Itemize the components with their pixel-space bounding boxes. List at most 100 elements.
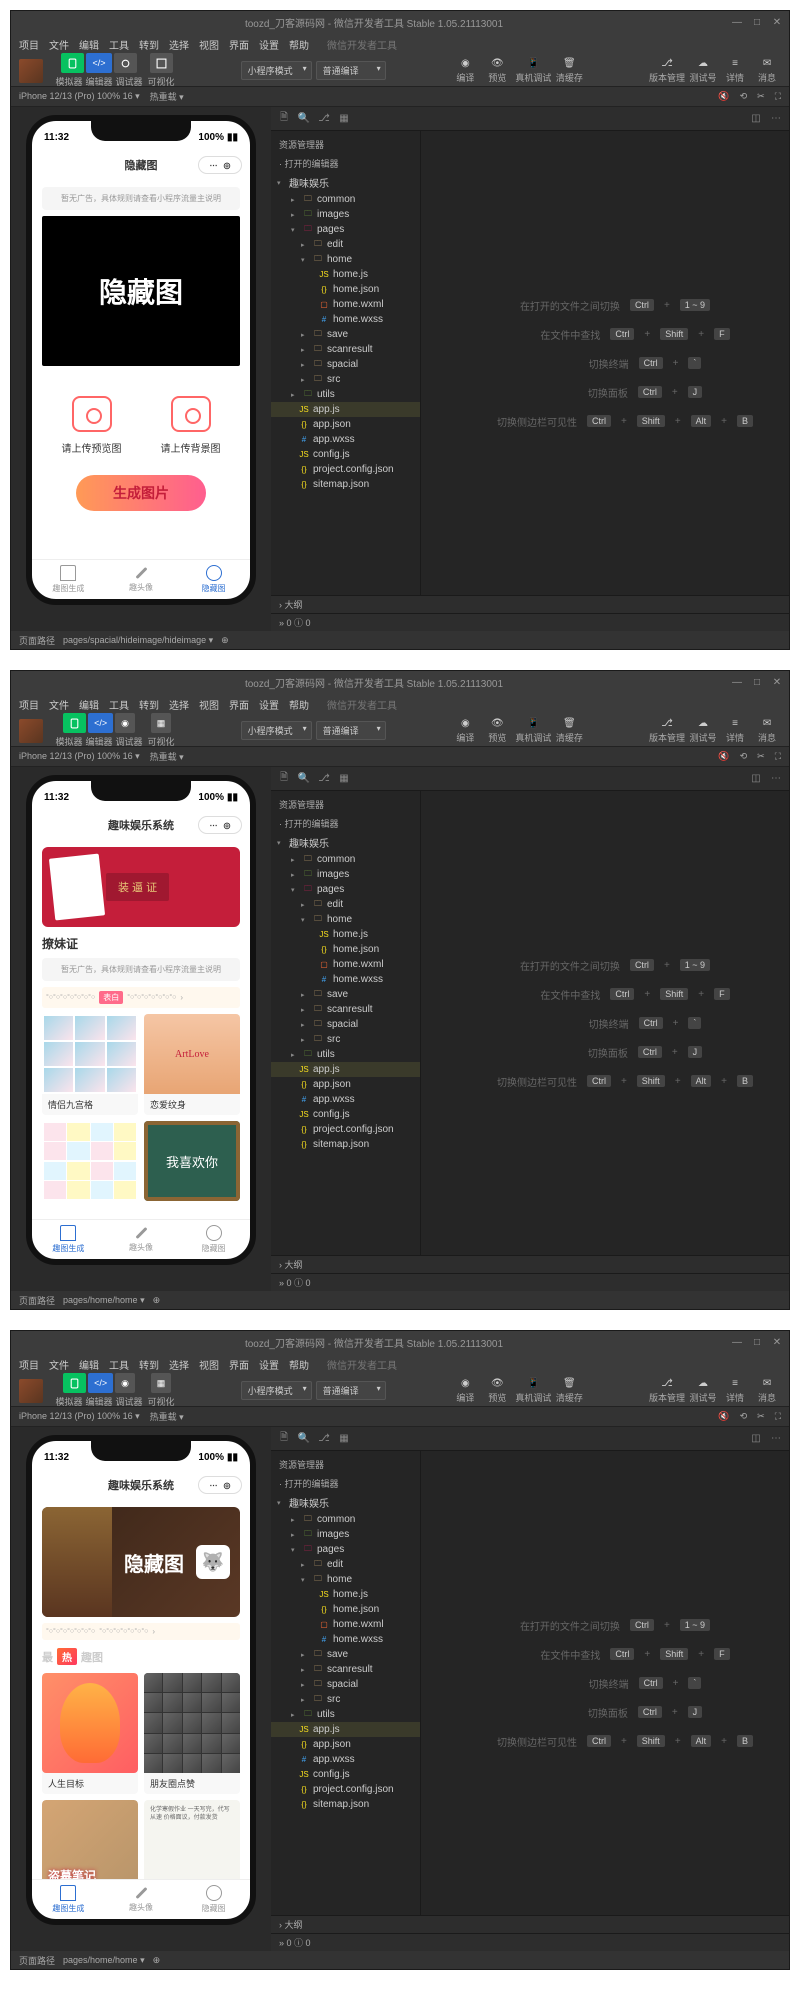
tree-save[interactable]: ▸🗀save bbox=[271, 327, 420, 342]
compile-dropdown[interactable]: 普通编译 bbox=[316, 61, 386, 80]
tree-homejs[interactable]: JShome.js bbox=[271, 267, 420, 282]
tree-projectconfig[interactable]: {}project.config.json bbox=[271, 462, 420, 477]
tab-generate[interactable]: 趣图生成 bbox=[32, 1220, 105, 1259]
menu-settings[interactable]: 设置 bbox=[259, 37, 279, 52]
menu-help[interactable]: 帮助 bbox=[289, 37, 309, 52]
tree-sitemap[interactable]: {}sitemap.json bbox=[271, 477, 420, 492]
minimize-button[interactable]: — bbox=[731, 677, 743, 688]
realdevice-icon[interactable]: 📱 bbox=[527, 58, 539, 69]
editor-toggle[interactable]: </> bbox=[86, 53, 111, 73]
debugger-toggle[interactable] bbox=[114, 53, 137, 73]
hero-banner[interactable]: 隐藏图🐺 bbox=[42, 1507, 240, 1617]
expand-icon[interactable]: ⛶ bbox=[775, 91, 781, 102]
card-mosaic[interactable] bbox=[42, 1121, 138, 1201]
problems-counter[interactable]: » 0 ⓘ 0 bbox=[279, 616, 311, 629]
upload-background[interactable]: 请上传背景图 bbox=[161, 396, 221, 455]
menu-file[interactable]: 文件 bbox=[49, 37, 69, 52]
tab-hidden[interactable]: 隐藏图 bbox=[177, 1880, 250, 1919]
menu-view[interactable]: 视图 bbox=[199, 37, 219, 52]
tree-appwxss[interactable]: #app.wxss bbox=[271, 432, 420, 447]
more-icon[interactable]: ⋯ bbox=[769, 112, 783, 126]
menu-edit[interactable]: 编辑 bbox=[79, 37, 99, 52]
card-likes[interactable]: 朋友圈点赞 bbox=[144, 1673, 240, 1794]
tab-avatar[interactable]: 趣头像 bbox=[105, 1220, 178, 1259]
capsule-menu[interactable]: ⋯◎ bbox=[198, 156, 242, 174]
mode-dropdown[interactable]: 小程序模式 bbox=[241, 61, 312, 80]
tree-images[interactable]: ▸🗀images bbox=[271, 207, 420, 222]
tree-appjs[interactable]: JSapp.js bbox=[271, 402, 420, 417]
tree-pages[interactable]: ▾🗀pages bbox=[271, 222, 420, 237]
preview-icon[interactable]: 👁 bbox=[491, 58, 504, 69]
cert-banner[interactable]: 装 逼 证 bbox=[42, 847, 240, 927]
hotreload-selector[interactable]: 热重载 ▾ bbox=[150, 90, 184, 103]
card-ninegrid[interactable]: 情侣九宫格 bbox=[42, 1014, 138, 1115]
tree-homejson[interactable]: {}home.json bbox=[271, 282, 420, 297]
menu-interface[interactable]: 界面 bbox=[229, 37, 249, 52]
emoji-scroll[interactable]: °○°○°○°○°○°○°○表白°○°○°○°○°○°○°○› bbox=[42, 987, 240, 1008]
close-button[interactable]: ✕ bbox=[771, 17, 783, 28]
maximize-button[interactable]: □ bbox=[751, 677, 763, 688]
search-icon[interactable]: 🔍 bbox=[297, 112, 311, 126]
card-goal[interactable]: 人生目标 bbox=[42, 1673, 138, 1794]
device-selector[interactable]: iPhone 12/13 (Pro) 100% 16 ▾ bbox=[19, 91, 140, 102]
mute-icon[interactable]: 🔇 bbox=[718, 91, 729, 102]
card-homework[interactable]: 化学寒假作业 一天写完，代写从速 价格面议，付款发货代写寒假作业 bbox=[144, 1800, 240, 1879]
menu-select[interactable]: 选择 bbox=[169, 37, 189, 52]
user-avatar[interactable] bbox=[19, 59, 43, 83]
tab-hidden[interactable]: 隐藏图 bbox=[177, 560, 250, 599]
outline-toggle[interactable]: › 大纲 bbox=[279, 598, 303, 611]
tab-generate[interactable]: 趣图生成 bbox=[32, 1880, 105, 1919]
page-path[interactable]: pages/spacial/hideimage/hideimage ▾ bbox=[63, 635, 213, 646]
minimize-button[interactable]: — bbox=[731, 17, 743, 28]
compile-icon[interactable]: ◉ bbox=[461, 58, 470, 69]
add-page-icon[interactable]: ⊕ bbox=[221, 635, 229, 646]
tree-homewxss[interactable]: #home.wxss bbox=[271, 312, 420, 327]
user-avatar[interactable] bbox=[19, 1379, 43, 1403]
user-avatar[interactable] bbox=[19, 719, 43, 743]
tab-generate[interactable]: 趣图生成 bbox=[32, 560, 105, 599]
tree-homewxml[interactable]: ▢home.wxml bbox=[271, 297, 420, 312]
maximize-button[interactable]: □ bbox=[751, 17, 763, 28]
menu-goto[interactable]: 转到 bbox=[139, 37, 159, 52]
ext-icon[interactable]: ▦ bbox=[337, 112, 351, 126]
rotate-icon[interactable]: ⟲ bbox=[740, 91, 748, 102]
generate-button[interactable]: 生成图片 bbox=[76, 475, 206, 511]
tree-spacial[interactable]: ▸🗀spacial bbox=[271, 357, 420, 372]
cut-icon[interactable]: ✂ bbox=[757, 91, 765, 102]
maximize-button[interactable]: □ bbox=[751, 1337, 763, 1348]
close-button[interactable]: ✕ bbox=[771, 677, 783, 688]
tree-appjson[interactable]: {}app.json bbox=[271, 417, 420, 432]
git-icon[interactable]: ⎇ bbox=[317, 112, 331, 126]
clearcache-icon[interactable]: 🗑 bbox=[563, 58, 576, 69]
simulator-toggle[interactable] bbox=[61, 53, 84, 73]
msg-icon[interactable]: ✉ bbox=[763, 58, 771, 69]
card-signature[interactable]: 盗墓笔记签名制作 bbox=[42, 1800, 138, 1879]
visualizer-toggle[interactable] bbox=[150, 53, 173, 73]
editor-footer: › 大纲 bbox=[271, 595, 789, 613]
tree-common[interactable]: ▸🗀common bbox=[271, 192, 420, 207]
close-button[interactable]: ✕ bbox=[771, 1337, 783, 1348]
upload-preview[interactable]: 请上传预览图 bbox=[62, 396, 122, 455]
card-tattoo[interactable]: ArtLove恋爱纹身 bbox=[144, 1014, 240, 1115]
open-editors-header[interactable]: · 打开的编辑器 bbox=[271, 154, 420, 173]
tree-home[interactable]: ▾🗀home bbox=[271, 252, 420, 267]
tree-configjs[interactable]: JSconfig.js bbox=[271, 447, 420, 462]
tab-hidden[interactable]: 隐藏图 bbox=[177, 1220, 250, 1259]
tree-scanresult[interactable]: ▸🗀scanresult bbox=[271, 342, 420, 357]
card-chalkboard[interactable]: 我喜欢你 bbox=[144, 1121, 240, 1201]
split-icon[interactable]: ◫ bbox=[749, 112, 763, 126]
menu-wxdevtools[interactable]: 微信开发者工具 bbox=[327, 37, 397, 52]
detail-icon[interactable]: ≡ bbox=[732, 58, 738, 69]
tree-src[interactable]: ▸🗀src bbox=[271, 372, 420, 387]
tab-avatar[interactable]: 趣头像 bbox=[105, 1880, 178, 1919]
minimize-button[interactable]: — bbox=[731, 1337, 743, 1348]
menu-tools[interactable]: 工具 bbox=[109, 37, 129, 52]
tab-avatar[interactable]: 趣头像 bbox=[105, 560, 178, 599]
menu-project[interactable]: 项目 bbox=[19, 37, 39, 52]
version-icon[interactable]: ⎇ bbox=[661, 58, 673, 69]
explorer-icon[interactable]: 🗎 bbox=[277, 112, 291, 126]
test-icon[interactable]: ☁ bbox=[698, 58, 708, 69]
tree-utils[interactable]: ▸🗀utils bbox=[271, 387, 420, 402]
tree-root[interactable]: ▾趣味娱乐 bbox=[271, 173, 420, 192]
tree-edit[interactable]: ▸🗀edit bbox=[271, 237, 420, 252]
